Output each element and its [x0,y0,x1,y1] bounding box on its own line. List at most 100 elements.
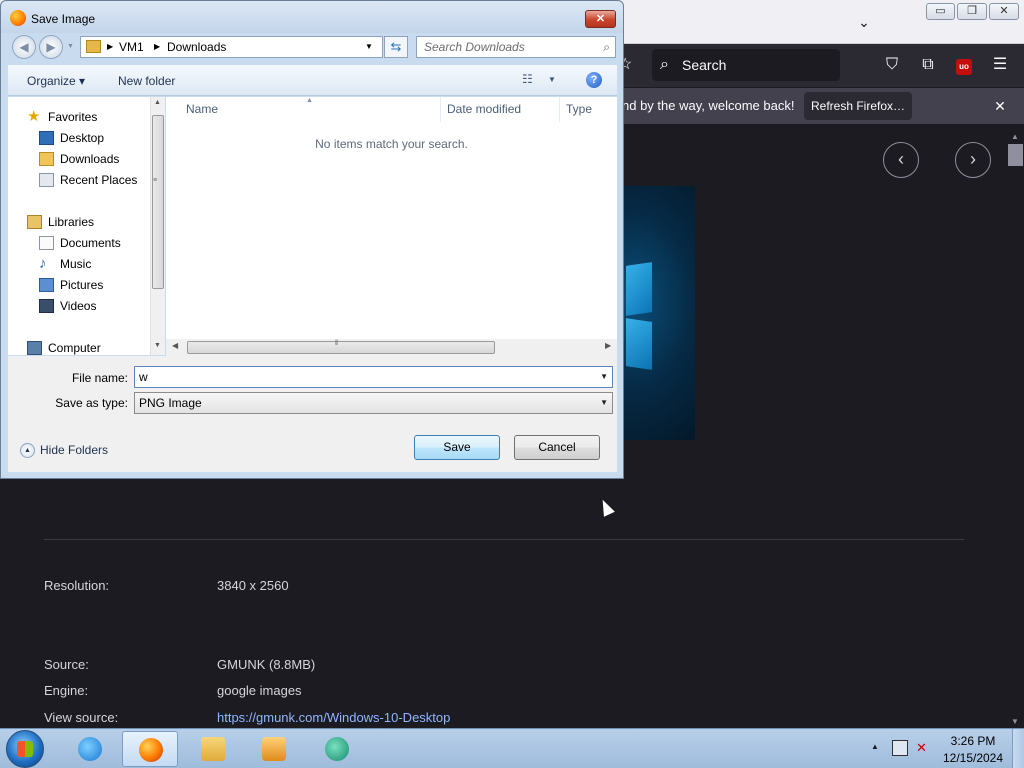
save-button[interactable]: Save [414,435,500,460]
dialog-toolbar: Organize ▾ New folder ☷ ▼ ? [8,65,617,96]
nav-label: Music [60,257,92,271]
refresh-firefox-button[interactable]: Refresh Firefox… [804,92,912,120]
nav-label: Libraries [48,215,95,229]
taskbar-internet-explorer[interactable] [62,731,118,767]
windows-logo-pane [626,262,652,316]
scroll-up-icon[interactable]: ▲ [154,99,161,106]
nav-label: Desktop [60,131,105,145]
volume-muted-icon[interactable]: ✕ [916,740,932,756]
taskbar-firefox[interactable] [122,731,178,767]
taskbar-windows-explorer[interactable] [185,731,241,767]
save-as-type-select[interactable]: PNG Image ▼ [134,392,613,414]
forward-button[interactable]: ▶ [39,35,63,59]
history-dropdown-icon[interactable]: ▼ [67,43,74,50]
source-label: Source: [44,657,89,672]
scrollbar-thumb[interactable] [152,115,164,289]
clock-time[interactable]: 3:26 PM [944,734,1002,748]
close-window-button[interactable]: ✕ [989,3,1019,20]
engine-value: google images [217,683,302,698]
chevron-down-icon[interactable]: ▼ [600,367,608,387]
nav-label: Computer [48,341,101,355]
column-header-name[interactable]: Name [166,97,441,122]
view-source-link[interactable]: https://gmunk.com/Windows-10-Desktop [217,710,450,725]
column-header-date-modified[interactable]: Date modified [441,97,560,122]
pocket-icon[interactable]: ⛉ [880,53,904,77]
address-bar[interactable]: ▶ VM1 ▶ Downloads ▼ [80,36,383,58]
save-as-type-value: PNG Image [139,396,202,410]
close-icon[interactable]: ✕ [990,88,1010,124]
save-as-type-label: Save as type: [55,396,128,410]
navigation-pane: ★ Favorites Desktop Downloads Recent Pla… [8,97,165,355]
breadcrumb-separator-icon[interactable]: ▶ [107,37,113,57]
new-folder-button[interactable]: New folder [118,74,175,88]
nav-label: Documents [60,236,121,250]
firefox-icon [10,10,26,26]
ublock-badge: uo [956,59,972,75]
search-downloads-input[interactable]: Search Downloads ⌕ [416,36,616,58]
page-scrollbar[interactable]: ▲ ▼ [1007,132,1024,728]
chevron-down-icon[interactable]: ▼ [548,75,556,84]
search-placeholder: Search Downloads [424,40,525,54]
scroll-down-icon[interactable]: ▼ [154,342,161,349]
firefox-icon [139,738,163,762]
nav-label: Favorites [48,110,98,124]
help-button[interactable]: ? [586,72,602,88]
recent-places-icon [39,173,54,187]
nav-label: Pictures [60,278,104,292]
chevron-up-icon: ▲ [20,443,35,459]
scroll-left-icon[interactable]: ◀ [172,341,178,350]
internet-explorer-icon [78,737,102,761]
nav-label: Downloads [60,152,120,166]
taskbar-media-player[interactable] [246,731,302,767]
taskbar-app[interactable] [309,731,365,767]
nav-label: Recent Places [60,173,138,187]
chevron-down-icon[interactable]: ⌄ [852,10,876,34]
folder-icon [201,737,225,761]
pictures-icon [39,278,54,292]
windows-logo-pane [626,318,652,370]
browser-search-box[interactable]: ⌕ Search [652,49,840,81]
nav-pane-scrollbar[interactable]: ▲ ≡ ▼ [150,97,165,355]
next-image-button[interactable]: › [955,142,991,178]
scrollbar-thumb[interactable] [1008,144,1023,166]
dialog-titlebar[interactable]: Save Image ✕ [1,1,623,33]
scroll-right-icon[interactable]: ▶ [605,341,611,350]
prev-image-button[interactable]: ‹ [883,142,919,178]
organize-menu[interactable]: Organize ▾ [27,74,85,88]
refresh-icon[interactable]: ⇆ [384,36,408,58]
start-button[interactable] [6,730,44,768]
clock-date[interactable]: 12/15/2024 [940,751,1006,765]
search-icon: ⌕ [660,56,669,73]
hamburger-icon[interactable]: ☰ [988,53,1012,77]
scroll-down-icon[interactable]: ▼ [1011,717,1019,726]
puzzle-icon[interactable]: ⧉ [916,53,940,77]
dialog-close-button[interactable]: ✕ [585,10,616,28]
music-icon: ♪ [39,255,47,272]
view-options-icon[interactable]: ☷ [522,72,533,86]
breadcrumb-separator-icon[interactable]: ▶ [154,37,160,57]
libraries-icon [27,215,42,229]
sort-arrow-icon: ▲ [306,97,313,104]
file-list-horizontal-scrollbar[interactable]: ◀ ⦀ ▶ [166,339,617,356]
scrollbar-thumb[interactable] [187,341,495,354]
network-icon[interactable] [892,740,908,756]
breadcrumb-downloads[interactable]: Downloads [167,37,226,57]
column-header-type[interactable]: Type [560,97,617,122]
show-desktop-button[interactable] [1012,729,1024,768]
ublock-origin-icon[interactable]: uo [952,53,976,77]
address-dropdown-icon[interactable]: ▼ [365,37,373,57]
chevron-down-icon[interactable]: ▼ [600,393,608,413]
back-button[interactable]: ◀ [12,35,36,59]
nav-label: Videos [60,299,97,313]
documents-icon [39,236,54,250]
breadcrumb-vm1[interactable]: VM1 [119,37,144,57]
maximize-button[interactable]: ❐ [957,3,987,20]
windows-logo-icon [17,741,33,757]
cancel-button[interactable]: Cancel [514,435,600,460]
show-hidden-icons-icon[interactable]: ▲ [871,742,879,751]
file-name-input[interactable]: w ▼ [134,366,613,388]
minimize-button[interactable]: ▭ [926,3,955,20]
app-icon [325,737,349,761]
scroll-up-icon[interactable]: ▲ [1011,132,1019,141]
hide-folders-button[interactable]: ▲ Hide Folders [20,443,108,459]
